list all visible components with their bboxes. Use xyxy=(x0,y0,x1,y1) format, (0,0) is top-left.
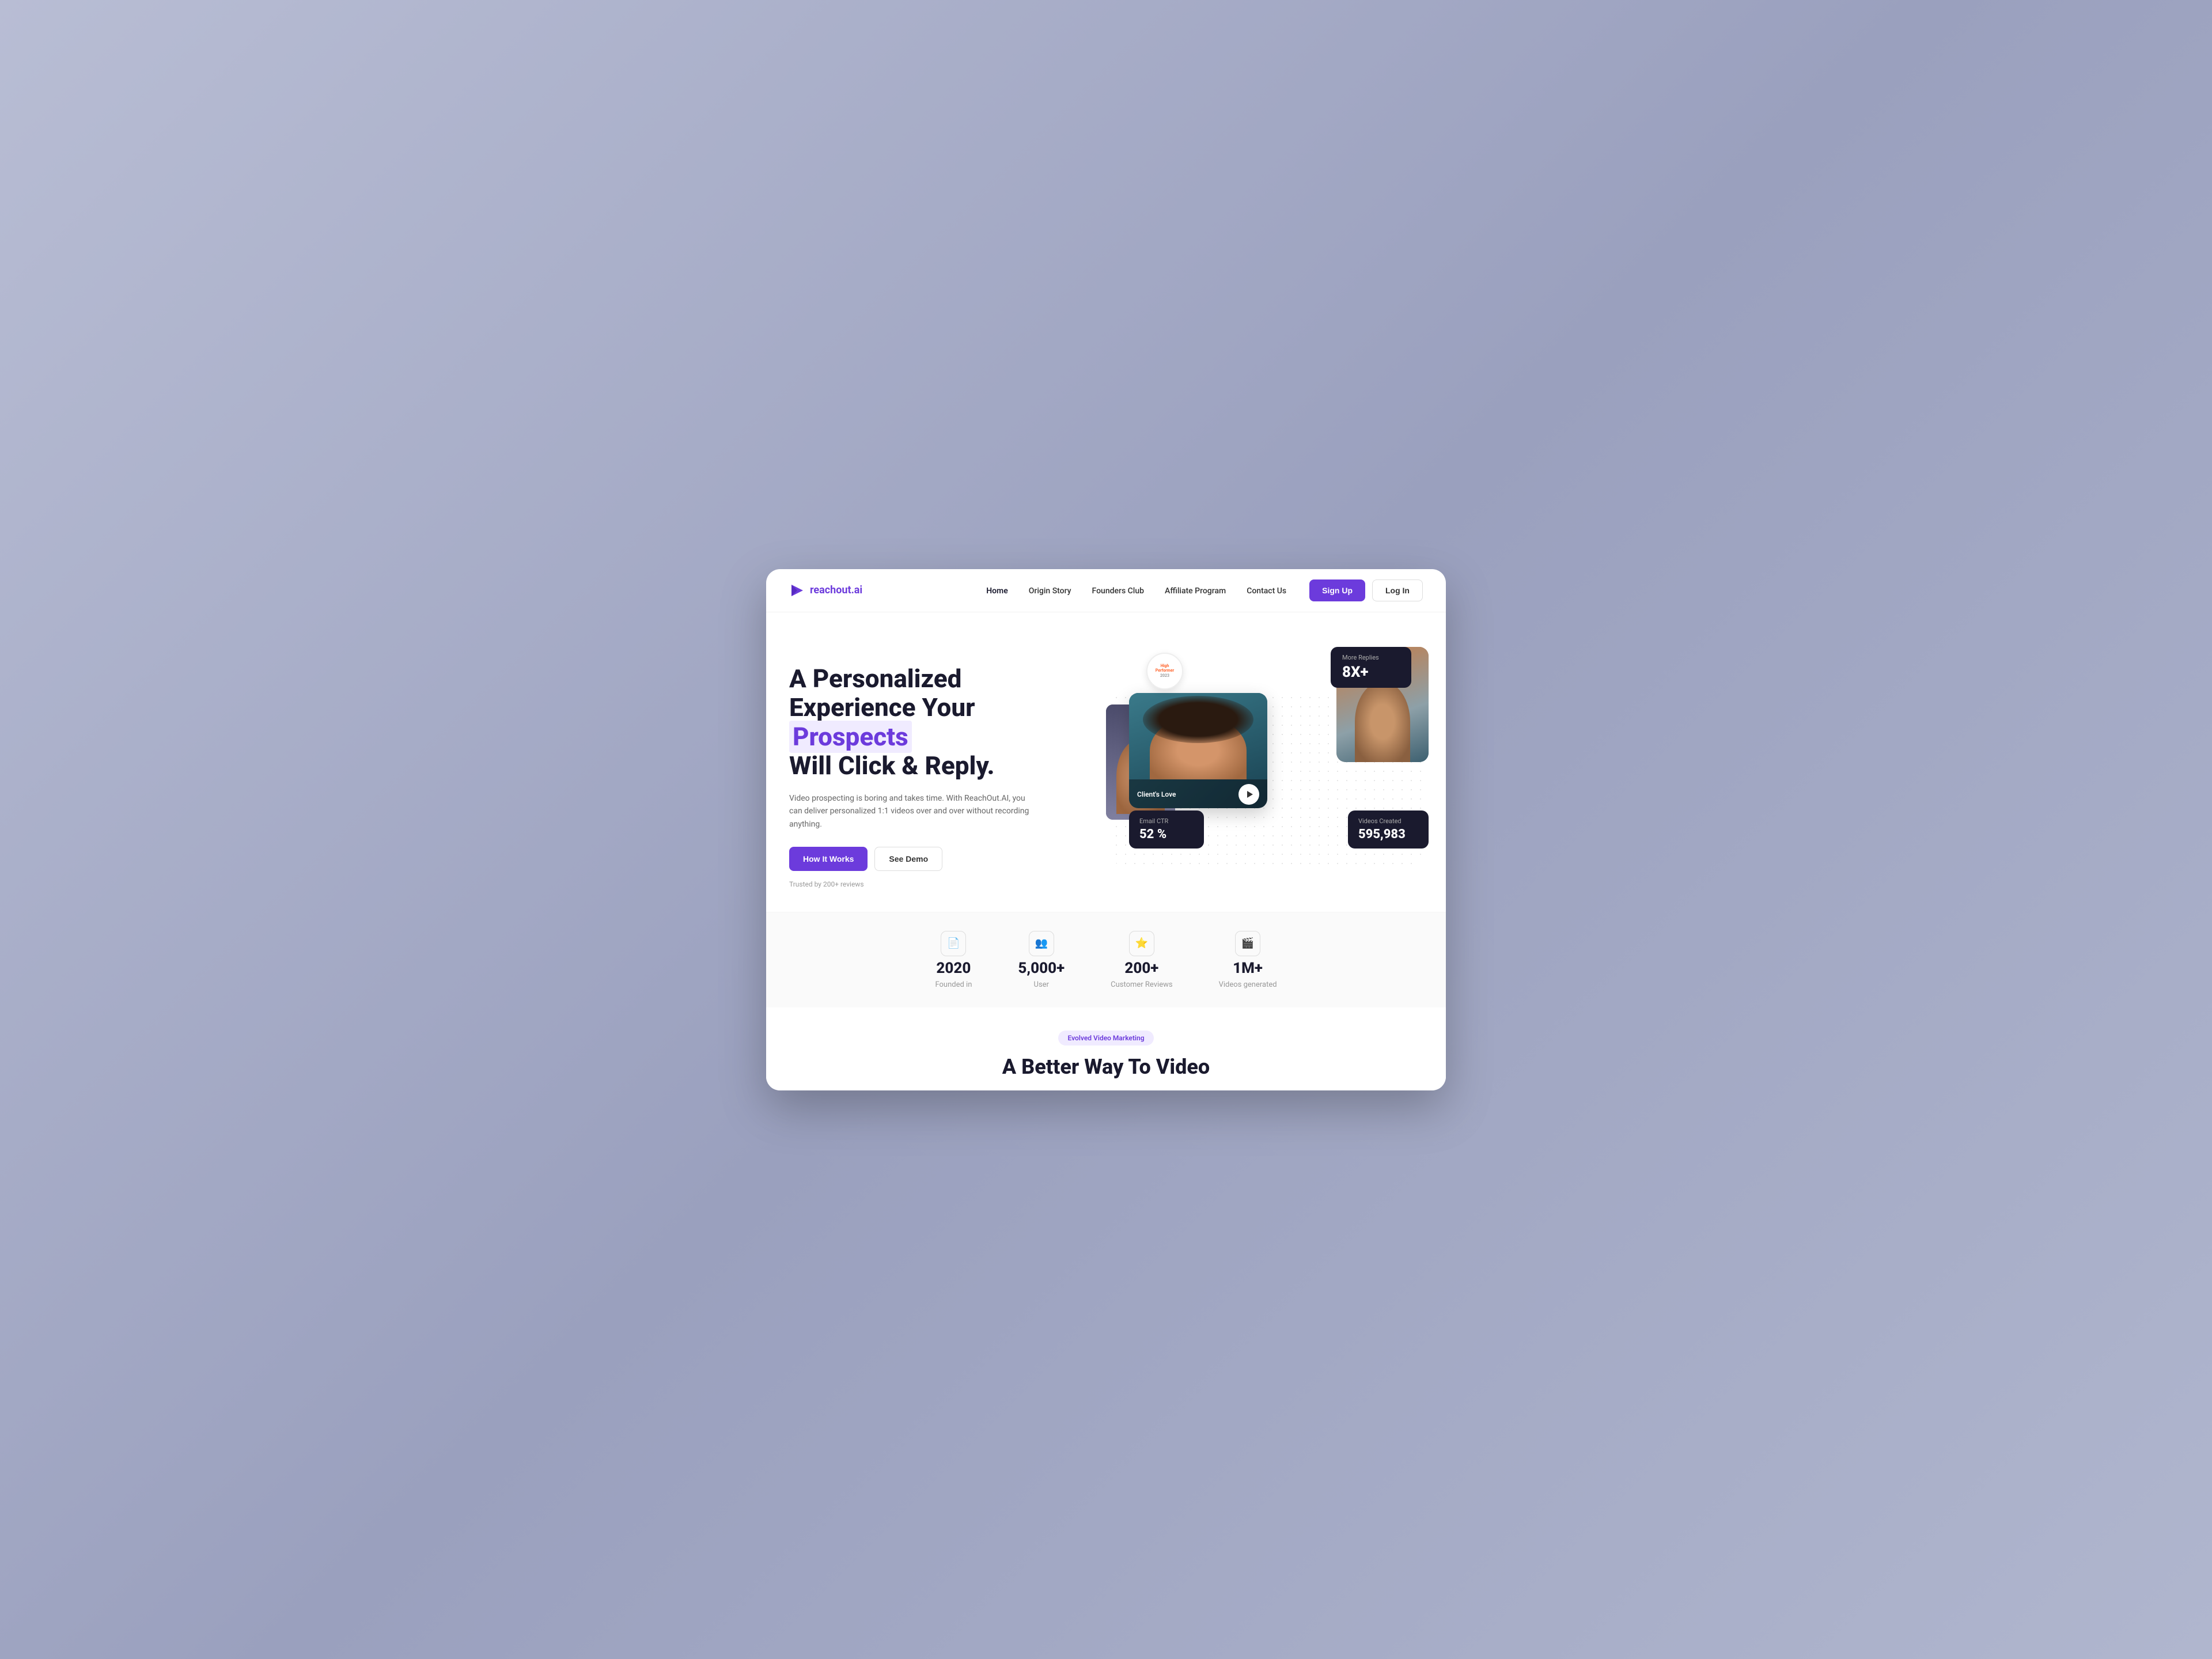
bottom-title: A Better Way To Video xyxy=(789,1055,1423,1079)
stat-reviews: ⭐ 200+ Customer Reviews xyxy=(1111,931,1172,989)
hero-buttons: How It Works See Demo xyxy=(789,847,1089,871)
see-demo-button[interactable]: See Demo xyxy=(874,847,942,871)
logo-text: reachout.ai xyxy=(810,584,862,596)
browser-window: reachout.ai Home Origin Story Founders C… xyxy=(766,569,1446,1090)
nav-contact[interactable]: Contact Us xyxy=(1247,586,1286,596)
videos-created-label: Videos Created xyxy=(1358,817,1418,825)
how-it-works-button[interactable]: How It Works xyxy=(789,847,868,871)
nav-actions: Sign Up Log In xyxy=(1309,579,1423,601)
videos-icon: 🎬 xyxy=(1235,931,1260,956)
videos-created-card: Videos Created 595,983 xyxy=(1348,810,1429,849)
videos-created-value: 595,983 xyxy=(1358,827,1418,842)
founded-icon: 📄 xyxy=(941,931,966,956)
nav-affiliate[interactable]: Affiliate Program xyxy=(1165,586,1226,596)
nav-founders-club[interactable]: Founders Club xyxy=(1092,586,1144,596)
logo-icon xyxy=(789,582,805,599)
videos-label: Videos generated xyxy=(1219,980,1277,989)
trusted-text: Trusted by 200+ reviews xyxy=(789,880,1089,888)
reviews-icon: ⭐ xyxy=(1129,931,1154,956)
hero-section: A Personalized Experience Your Prospects… xyxy=(766,612,1446,912)
users-number: 5,000+ xyxy=(1018,961,1065,976)
g2-badge: High Performer 2023 xyxy=(1146,653,1183,690)
users-icon: 👥 xyxy=(1029,931,1054,956)
logo[interactable]: reachout.ai xyxy=(789,582,862,599)
stats-bar: 📄 2020 Founded in 👥 5,000+ User ⭐ 200+ C… xyxy=(766,912,1446,1007)
reviews-number: 200+ xyxy=(1124,961,1158,976)
reviews-label: Customer Reviews xyxy=(1111,980,1172,989)
more-replies-card: More Replies 8X+ xyxy=(1331,647,1411,688)
clients-love-bar: Client's Love xyxy=(1129,779,1267,808)
videos-number: 1M+ xyxy=(1233,961,1263,976)
email-ctr-value: 52 % xyxy=(1139,827,1194,842)
hero-right: High Performer 2023 More Replies 8X+ xyxy=(1112,647,1423,866)
founded-number: 2020 xyxy=(936,961,971,976)
nav-home[interactable]: Home xyxy=(986,586,1008,596)
person-2-photo xyxy=(1129,693,1267,779)
play-button[interactable] xyxy=(1238,784,1259,805)
clients-love-text: Client's Love xyxy=(1137,790,1176,798)
login-button[interactable]: Log In xyxy=(1372,579,1423,601)
hero-left: A Personalized Experience Your Prospects… xyxy=(789,647,1089,889)
stat-users: 👥 5,000+ User xyxy=(1018,931,1065,989)
nav-links: Home Origin Story Founders Club Affiliat… xyxy=(986,585,1286,596)
users-label: User xyxy=(1034,980,1049,989)
signup-button[interactable]: Sign Up xyxy=(1309,579,1365,601)
email-ctr-card: Email CTR 52 % xyxy=(1129,810,1204,849)
video-card[interactable]: Client's Love xyxy=(1129,693,1267,808)
stat-founded: 📄 2020 Founded in xyxy=(935,931,972,989)
hero-description: Video prospecting is boring and takes ti… xyxy=(789,792,1037,831)
evolved-badge: Evolved Video Marketing xyxy=(1058,1031,1153,1046)
navbar: reachout.ai Home Origin Story Founders C… xyxy=(766,569,1446,612)
stat-videos: 🎬 1M+ Videos generated xyxy=(1219,931,1277,989)
nav-origin-story[interactable]: Origin Story xyxy=(1029,586,1071,596)
founded-label: Founded in xyxy=(935,980,972,989)
hero-title: A Personalized Experience Your Prospects… xyxy=(789,664,1089,781)
bottom-section: Evolved Video Marketing A Better Way To … xyxy=(766,1007,1446,1090)
more-replies-label: More Replies xyxy=(1342,654,1400,661)
more-replies-value: 8X+ xyxy=(1342,664,1400,681)
email-ctr-label: Email CTR xyxy=(1139,817,1194,825)
